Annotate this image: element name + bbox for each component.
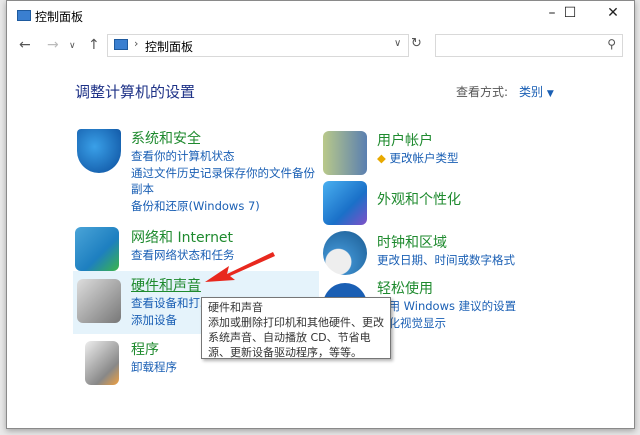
- category-title[interactable]: 系统和安全: [131, 128, 315, 148]
- red-arrow-annotation: [205, 252, 275, 282]
- link[interactable]: 更改日期、时间或数字格式: [377, 252, 515, 269]
- view-by-label: 查看方式:: [456, 85, 509, 99]
- category-ease-of-access: 轻松使用 使用 Windows 建议的设置 优化视觉显示: [377, 278, 516, 331]
- chevron-down-icon[interactable]: ∨: [394, 38, 401, 49]
- link[interactable]: 通过文件历史记录保存你的文件备份: [131, 165, 315, 182]
- link[interactable]: 查看你的计算机状态: [131, 148, 315, 165]
- up-icon[interactable]: ↑: [88, 37, 100, 53]
- page-title: 调整计算机的设置: [75, 83, 196, 101]
- breadcrumb[interactable]: 控制面板: [145, 38, 193, 55]
- tooltip-body: 添加或删除打印机和其他硬件、更改系统声音、自动播放 CD、节省电源、更新设备驱动…: [208, 316, 384, 359]
- back-icon[interactable]: ←: [19, 37, 31, 53]
- link[interactable]: 更改帐户类型: [390, 151, 459, 165]
- tooltip-title: 硬件和声音: [208, 301, 263, 314]
- address-bar[interactable]: › 控制面板 ∨: [107, 34, 409, 57]
- tooltip: 硬件和声音 添加或删除打印机和其他硬件、更改系统声音、自动播放 CD、节省电源、…: [201, 297, 391, 359]
- category-title[interactable]: 程序: [131, 339, 177, 359]
- control-panel-icon: [114, 39, 128, 50]
- search-input[interactable]: ⚲: [435, 34, 623, 57]
- appearance-icon: [323, 181, 367, 225]
- printer-speaker-icon: [77, 279, 121, 323]
- view-by-value: 类别: [519, 85, 544, 99]
- category-title[interactable]: 外观和个性化: [377, 189, 461, 209]
- link[interactable]: 使用 Windows 建议的设置: [377, 298, 516, 315]
- category-user-accounts: 用户帐户 ◆ 更改帐户类型: [377, 130, 459, 167]
- category-title[interactable]: 网络和 Internet: [131, 227, 235, 247]
- shield-icon: [77, 129, 121, 173]
- link[interactable]: 卸载程序: [131, 359, 177, 376]
- category-clock-region: 时钟和区域 更改日期、时间或数字格式: [377, 232, 515, 269]
- dropdown-arrow-icon: ▼: [546, 89, 554, 99]
- category-appearance: 外观和个性化: [377, 189, 461, 209]
- link[interactable]: 备份和还原(Windows 7): [131, 198, 315, 215]
- close-button[interactable]: ✕: [598, 5, 628, 21]
- programs-icon: [85, 341, 119, 385]
- network-icon: [75, 227, 119, 271]
- refresh-icon[interactable]: ↻: [411, 36, 422, 51]
- category-title[interactable]: 时钟和区域: [377, 232, 515, 252]
- category-system-security: 系统和安全 查看你的计算机状态 通过文件历史记录保存你的文件备份 副本 备份和还…: [131, 128, 315, 214]
- clock-globe-icon: [323, 231, 367, 275]
- link[interactable]: 副本: [131, 181, 315, 198]
- view-by-dropdown[interactable]: 类别 ▼: [519, 83, 554, 100]
- control-panel-icon: [17, 10, 31, 21]
- category-title[interactable]: 轻松使用: [377, 278, 516, 298]
- control-panel-window: 控制面板 – ☐ ✕ ← → ∨ ↑ › 控制面板 ∨ ↻ ⚲ 调整计算机的设置…: [6, 0, 635, 429]
- link[interactable]: 优化视觉显示: [377, 315, 516, 332]
- category-title[interactable]: 用户帐户: [377, 130, 459, 150]
- uac-shield-icon: ◆: [377, 151, 386, 165]
- forward-icon[interactable]: →: [47, 37, 59, 53]
- search-icon: ⚲: [607, 37, 616, 51]
- window-title: 控制面板: [35, 10, 84, 24]
- maximize-button[interactable]: ☐: [555, 5, 585, 21]
- category-programs: 程序 卸载程序: [131, 339, 177, 376]
- chevron-right-icon: ›: [134, 37, 139, 50]
- user-accounts-icon: [323, 131, 367, 175]
- recent-dropdown-icon[interactable]: ∨: [69, 41, 76, 51]
